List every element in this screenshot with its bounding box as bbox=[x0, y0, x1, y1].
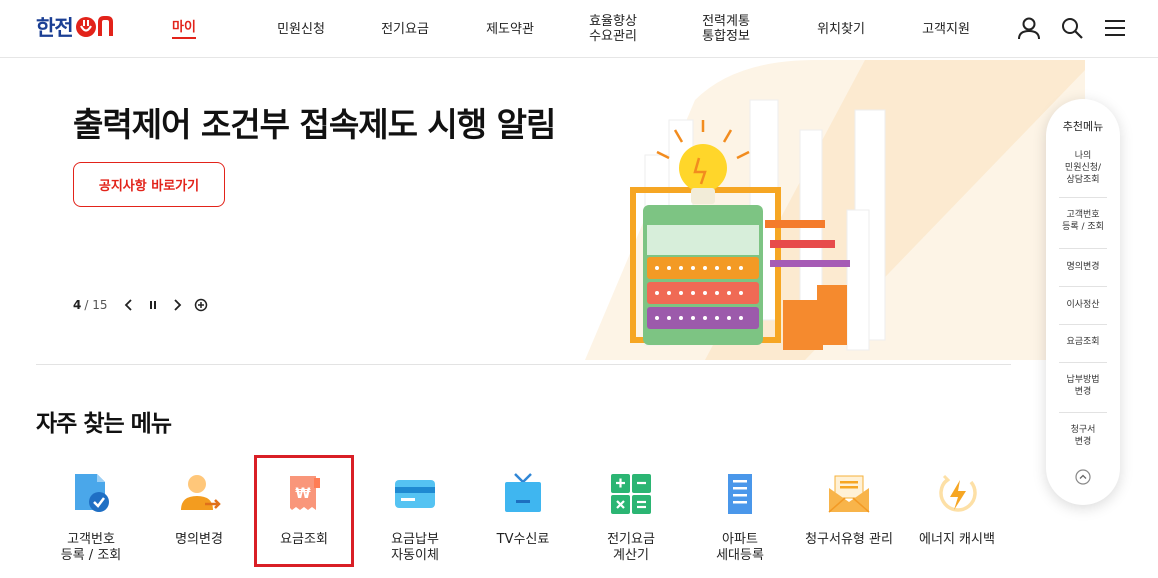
pager-total: / 15 bbox=[84, 298, 108, 312]
slide-pager: 4 / 15 bbox=[73, 298, 208, 312]
side-item-my-complaints[interactable]: 나의 민원신청/ 상담조회 bbox=[1059, 147, 1107, 189]
side-separator bbox=[1059, 286, 1107, 287]
quick-menu-label: TV수신료 bbox=[496, 532, 550, 547]
pager-current: 4 bbox=[73, 298, 82, 312]
side-separator bbox=[1059, 197, 1107, 198]
nav-my[interactable]: 마이 bbox=[160, 0, 208, 58]
quick-menu-label: 아파트 세대등록 bbox=[716, 532, 764, 563]
nav-support[interactable]: 고객지원 bbox=[913, 0, 979, 58]
quick-menu-label: 요금납부 자동이체 bbox=[391, 532, 439, 563]
kepco-on-logo[interactable]: 한전 bbox=[36, 14, 121, 40]
quick-menu-label: 에너지 캐시백 bbox=[919, 532, 995, 547]
nav-my-label: 마이 bbox=[172, 20, 196, 39]
quick-menu-name-change[interactable]: 명의변경 bbox=[143, 470, 255, 548]
nav-electric-bill[interactable]: 전기요금 bbox=[372, 0, 438, 58]
side-item-bill-change[interactable]: 청구서 변경 bbox=[1059, 420, 1107, 452]
site-header: 한전 마이 민원신청 전기요금 제도약관 효율향상 수요관리 전력계통 통합정보… bbox=[0, 0, 1158, 58]
quick-menu-apartment[interactable]: 아파트 세대등록 bbox=[684, 470, 796, 564]
energy-cashback-icon bbox=[939, 474, 977, 512]
nav-grid-info[interactable]: 전력계통 통합정보 bbox=[693, 0, 759, 58]
nav-location[interactable]: 위치찾기 bbox=[808, 0, 874, 58]
pause-icon[interactable] bbox=[146, 298, 160, 312]
customer-number-icon bbox=[75, 474, 109, 512]
quick-menu-bill-calculator[interactable]: 전기요금 계산기 bbox=[575, 470, 687, 564]
quick-menu-energy-cashback[interactable]: 에너지 캐시백 bbox=[901, 470, 1013, 548]
next-slide-icon[interactable] bbox=[170, 298, 184, 312]
recommended-side-menu: 추천메뉴 나의 민원신청/ 상담조회 고객번호 등록 / 조회 명의변경 이사정… bbox=[1046, 99, 1120, 505]
side-separator bbox=[1059, 248, 1107, 249]
name-change-icon bbox=[181, 475, 221, 510]
quick-menu-label: 청구서유형 관리 bbox=[805, 532, 893, 547]
side-separator bbox=[1059, 412, 1107, 413]
nav-civil-complaint[interactable]: 민원신청 bbox=[268, 0, 334, 58]
logo-on-mark bbox=[75, 16, 113, 37]
quick-menu-bill-type[interactable]: 청구서유형 관리 bbox=[793, 470, 905, 548]
quick-menu-auto-transfer[interactable]: 요금납부 자동이체 bbox=[359, 470, 471, 564]
add-circle-icon[interactable] bbox=[194, 298, 208, 312]
side-separator bbox=[1059, 362, 1107, 363]
side-item-move-settlement[interactable]: 이사정산 bbox=[1059, 293, 1107, 317]
quick-menu-label: 전기요금 계산기 bbox=[607, 532, 655, 563]
nav-efficiency[interactable]: 효율향상 수요관리 bbox=[580, 0, 646, 58]
notice-shortcut-button[interactable]: 공지사항 바로가기 bbox=[73, 162, 225, 207]
side-item-customer-number[interactable]: 고객번호 등록 / 조회 bbox=[1059, 205, 1107, 237]
side-separator bbox=[1059, 324, 1107, 325]
highlight-box bbox=[254, 455, 354, 567]
side-item-payment-method[interactable]: 납부방법 변경 bbox=[1059, 370, 1107, 402]
frequent-menu-title: 자주 찾는 메뉴 bbox=[36, 411, 172, 437]
search-icon[interactable] bbox=[1058, 14, 1086, 42]
hero-title: 출력제어 조건부 접속제도 시행 알림 bbox=[73, 105, 556, 144]
quick-menu-label: 명의변경 bbox=[175, 532, 223, 547]
calculator-icon bbox=[611, 474, 651, 514]
logo-text: 한전 bbox=[36, 16, 74, 40]
side-item-bill-inquiry[interactable]: 요금조회 bbox=[1059, 330, 1107, 354]
side-menu-title: 추천메뉴 bbox=[1062, 120, 1104, 133]
card-payment-icon bbox=[395, 480, 435, 508]
quick-menu-tv-fee[interactable]: TV수신료 bbox=[467, 470, 579, 548]
envelope-icon bbox=[828, 475, 870, 513]
tv-icon bbox=[505, 473, 541, 512]
apartment-icon bbox=[728, 474, 752, 514]
section-divider bbox=[36, 364, 1011, 365]
prev-slide-icon[interactable] bbox=[122, 298, 136, 312]
quick-menu-customer-number[interactable]: 고객번호 등록 / 조회 bbox=[35, 470, 147, 564]
power-plant-illustration bbox=[585, 60, 1085, 360]
side-item-name-change[interactable]: 명의변경 bbox=[1059, 255, 1107, 279]
chevron-up-icon[interactable] bbox=[1075, 469, 1091, 485]
nav-terms[interactable]: 제도약관 bbox=[477, 0, 543, 58]
user-icon[interactable] bbox=[1015, 14, 1043, 42]
menu-icon[interactable] bbox=[1101, 14, 1129, 42]
quick-menu-label: 고객번호 등록 / 조회 bbox=[60, 532, 122, 563]
